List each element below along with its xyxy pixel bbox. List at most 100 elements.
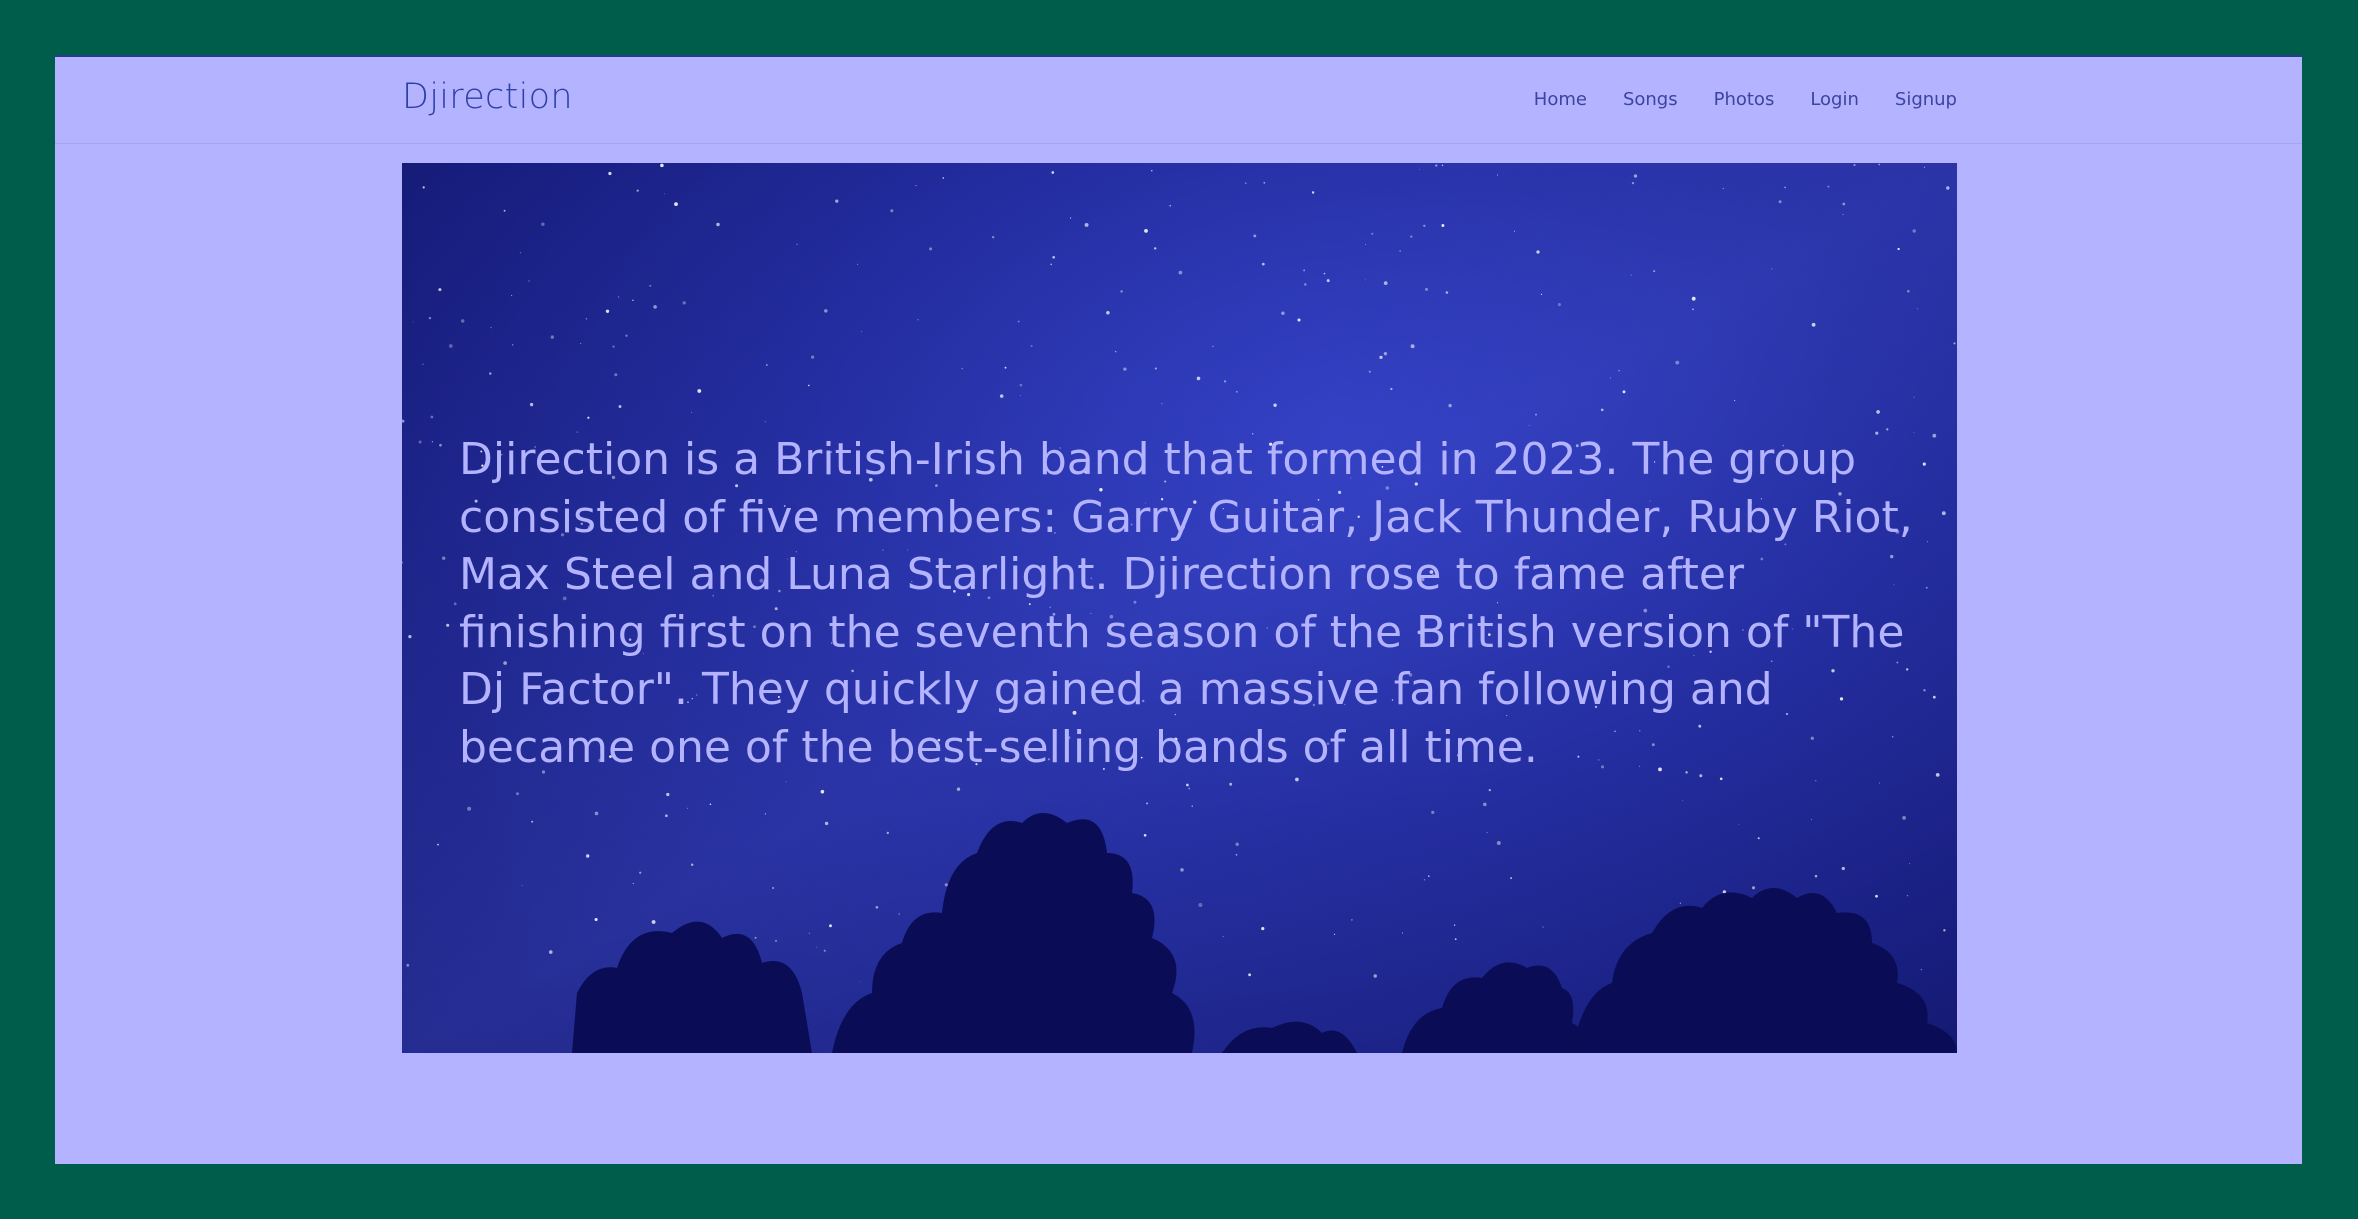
star (1897, 247, 1900, 251)
star (956, 787, 961, 791)
star (550, 335, 554, 339)
brand-logo[interactable]: Djirection (402, 77, 573, 117)
nav-link-login[interactable]: Login (1810, 89, 1859, 110)
star (594, 917, 598, 922)
star (529, 402, 534, 407)
star (511, 294, 513, 296)
nav-link-home[interactable]: Home (1534, 89, 1587, 110)
star (516, 792, 519, 796)
star (512, 344, 514, 346)
star (406, 963, 410, 967)
star (1235, 390, 1238, 393)
star (1483, 802, 1487, 807)
star (1423, 878, 1426, 881)
star (1445, 291, 1449, 294)
nav-link-songs[interactable]: Songs (1623, 89, 1678, 110)
star (709, 803, 712, 806)
star (1261, 262, 1265, 266)
star (944, 883, 948, 887)
star (1030, 344, 1033, 348)
star (875, 905, 879, 909)
star (1051, 171, 1055, 174)
star (764, 420, 766, 423)
star (1311, 191, 1315, 194)
star (1943, 929, 1946, 932)
star (1814, 874, 1818, 878)
star (991, 235, 995, 239)
star (824, 821, 829, 826)
star (1841, 866, 1845, 871)
star (1222, 935, 1224, 937)
star (1923, 689, 1926, 692)
star (430, 415, 434, 419)
star (1428, 875, 1430, 877)
star (1304, 283, 1307, 286)
star (1630, 274, 1632, 276)
star (1853, 163, 1856, 167)
star (1188, 787, 1191, 790)
star (1106, 311, 1110, 315)
star (632, 882, 634, 885)
star (649, 284, 652, 287)
star (528, 280, 530, 282)
star (1123, 367, 1127, 371)
star (691, 411, 693, 413)
star (823, 949, 826, 952)
star (1528, 424, 1530, 426)
star (1431, 810, 1435, 815)
star (1719, 777, 1723, 781)
star (1932, 433, 1937, 438)
star (1902, 816, 1906, 820)
star (1410, 344, 1415, 349)
star (1692, 308, 1694, 311)
star (1070, 217, 1072, 219)
star (1906, 894, 1909, 897)
star (437, 843, 439, 846)
star (1453, 924, 1456, 926)
star (1383, 281, 1388, 285)
star (1535, 413, 1537, 416)
star (441, 556, 446, 560)
star (796, 243, 798, 245)
star (418, 440, 422, 444)
star (1371, 232, 1374, 235)
star (531, 820, 534, 823)
star (1161, 403, 1163, 405)
star (1953, 342, 1956, 345)
star (917, 319, 919, 321)
star (697, 389, 702, 393)
star (1180, 868, 1184, 872)
star (1114, 350, 1117, 353)
star (1364, 243, 1367, 246)
star (1922, 462, 1926, 466)
star (771, 886, 775, 890)
star (1916, 308, 1919, 310)
star (651, 920, 656, 924)
star (618, 296, 620, 298)
star (1196, 376, 1201, 381)
star (716, 222, 720, 227)
star (1679, 902, 1682, 904)
star (408, 634, 412, 639)
star (412, 321, 414, 323)
star (682, 301, 686, 305)
star (1923, 166, 1925, 168)
star (1906, 289, 1910, 293)
star (1154, 367, 1157, 370)
star (1757, 837, 1760, 840)
star (541, 222, 545, 226)
star (1084, 222, 1089, 227)
nav-link-photos[interactable]: Photos (1714, 89, 1775, 110)
star (1423, 224, 1426, 227)
star (428, 316, 432, 320)
star (1682, 800, 1684, 802)
star (929, 247, 933, 251)
star (1935, 773, 1940, 777)
star (586, 854, 590, 858)
star (1633, 174, 1638, 178)
nav-link-signup[interactable]: Signup (1895, 89, 1957, 110)
star (1245, 182, 1247, 184)
star (438, 288, 442, 292)
star (1771, 268, 1773, 270)
star (1169, 204, 1172, 207)
